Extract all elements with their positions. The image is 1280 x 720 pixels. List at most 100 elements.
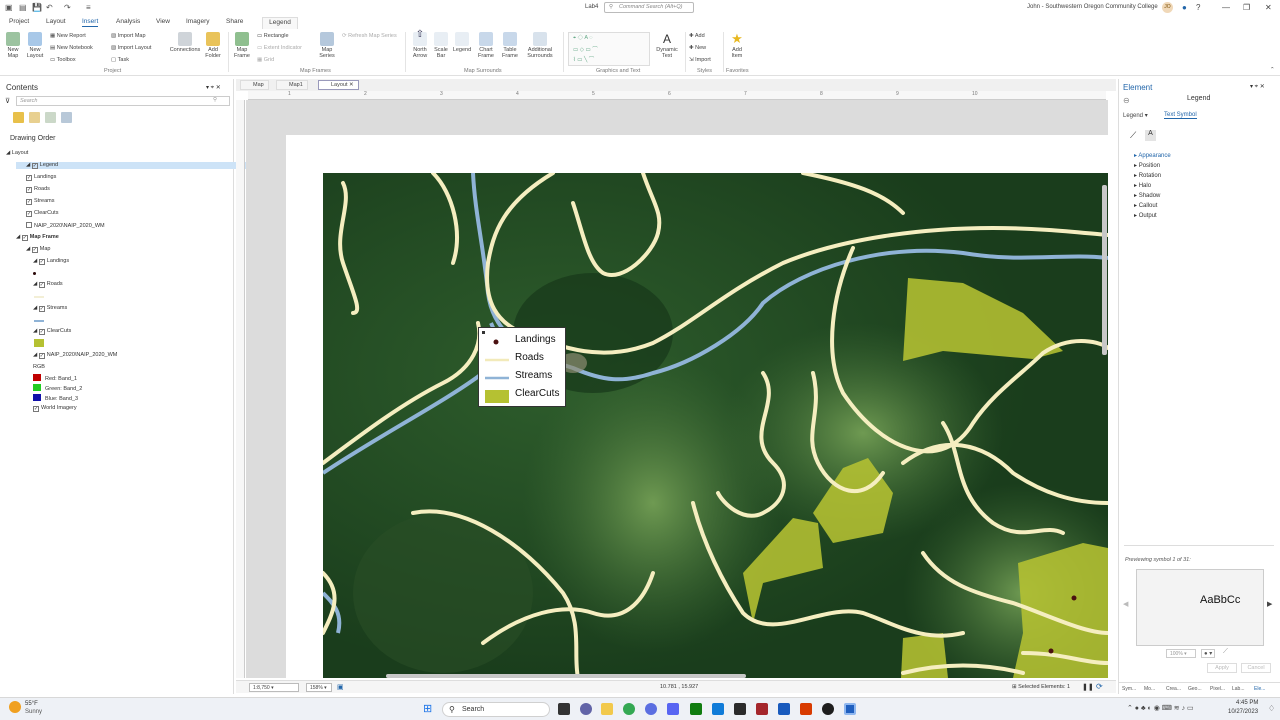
restore-icon[interactable]: ❐ [1243, 3, 1250, 12]
tree-item-rgb[interactable]: RGB [33, 364, 45, 370]
list-by-source-icon[interactable] [29, 112, 40, 123]
tree-item-legend[interactable]: ◢ ✓ Legend [16, 162, 246, 169]
visibility-checkbox[interactable]: ✓ [31, 163, 38, 169]
undo-icon[interactable]: ↶ [46, 3, 53, 12]
save-icon[interactable]: 💾 [32, 3, 42, 12]
tree-item-layer-streams[interactable]: ◢ ✓ Streams [33, 305, 67, 312]
tree-item-legend-naip[interactable]: NAIP_2020\NAIP_2020_WM [26, 222, 105, 229]
visibility-checkbox[interactable]: ✓ [26, 175, 32, 181]
view-tab-layout[interactable]: Layout ✕ [318, 80, 359, 90]
visibility-checkbox[interactable]: ✓ [26, 187, 32, 193]
tab-view[interactable]: View [156, 18, 170, 25]
graphics-gallery[interactable]: ⌖ ◇ A ◌ ▭ ◇ ▭ ⌒ ⌇ ▭ ╲ ⌒ [568, 32, 650, 66]
tree-item-band-red[interactable]: Red: Band_1 [33, 374, 77, 382]
new-layout-button[interactable]: New Layout [24, 32, 46, 59]
section-position[interactable]: ▸ Position [1134, 162, 1160, 169]
connections-button[interactable]: Connections [168, 32, 202, 53]
extent-indicator-button[interactable]: ▭ Extent Indicator [257, 45, 302, 51]
table-frame-button[interactable]: Table Frame [498, 32, 522, 59]
view-tab-map1[interactable]: Map1 [276, 80, 308, 90]
list-by-snapping-icon[interactable] [61, 112, 72, 123]
tree-item-layer-naip[interactable]: ◢ ✓ NAIP_2020\NAIP_2020_WM [33, 352, 117, 359]
section-rotation[interactable]: ▸ Rotation [1134, 172, 1161, 179]
section-callout[interactable]: ▸ Callout [1134, 202, 1157, 209]
preview-zoom-select[interactable]: 100% ▾ [1166, 649, 1196, 658]
refresh-icon[interactable]: ⟳ [1096, 682, 1103, 691]
new-project-icon[interactable]: ▤ [19, 3, 27, 12]
tree-item-legend-roads[interactable]: ✓ Roads [26, 186, 50, 193]
map-frame[interactable]: Landings Roads Streams ClearCuts [323, 173, 1108, 678]
tree-item-legend-streams[interactable]: ✓ Streams [26, 198, 54, 205]
xbox-icon[interactable] [690, 703, 702, 715]
notification-icon[interactable]: ● [1182, 3, 1187, 12]
mail-icon[interactable] [712, 703, 724, 715]
cancel-button[interactable]: Cancel [1241, 663, 1271, 673]
tree-item-layer-roads[interactable]: ◢ ✓ Roads [33, 281, 63, 288]
visibility-checkbox[interactable]: ✓ [38, 282, 45, 288]
chrome-icon[interactable] [623, 703, 635, 715]
section-appearance[interactable]: ▸ Appearance [1134, 152, 1171, 159]
rectangle-button[interactable]: ▭ Rectangle [257, 33, 289, 39]
text-symbol-tab[interactable]: Text Symbol [1164, 112, 1197, 119]
visibility-checkbox[interactable] [26, 222, 32, 228]
tree-item-map-frame[interactable]: ◢ ✓ Map Frame [16, 234, 59, 241]
close-icon[interactable]: ✕ [1265, 3, 1272, 12]
customize-toolbar-icon[interactable]: ≡ [86, 3, 91, 12]
dynamic-text-button[interactable]: A Dynamic Text [654, 32, 680, 59]
north-arrow-button[interactable]: ⇧ North Arrow [409, 30, 431, 60]
pane-tab[interactable]: Ele... [1254, 686, 1265, 692]
additional-surrounds-button[interactable]: Additional Surrounds [523, 32, 557, 59]
windows-start-icon[interactable]: ⊞ [423, 702, 432, 715]
section-shadow[interactable]: ▸ Shadow [1134, 192, 1160, 199]
preview-background-button[interactable]: ● ▾ [1201, 649, 1216, 658]
command-search-input[interactable]: ⚲ Command Search (Alt+Q) [604, 2, 694, 13]
list-by-drawing-order-icon[interactable] [13, 112, 24, 123]
selection-handle[interactable] [482, 331, 485, 334]
teams-icon[interactable] [580, 703, 592, 715]
preview-next-icon[interactable]: ▶ [1267, 600, 1272, 608]
style-import-button[interactable]: ⇲ Import [689, 57, 711, 63]
import-map-button[interactable]: ▧ Import Map [111, 33, 146, 39]
tray-icons[interactable]: ⌃ ● ♣ ◐ ◉ ⌨ ≋ ♪ ▭ [1127, 704, 1194, 712]
pane-tab[interactable]: Mo... [1144, 686, 1155, 692]
map-series-button[interactable]: Map Series [316, 32, 338, 59]
pane-options-icon[interactable]: ▾ ⌖ ✕ [206, 84, 221, 92]
style-new-button[interactable]: ✚ New [689, 45, 706, 51]
list-by-selection-icon[interactable] [45, 112, 56, 123]
tab-legend-contextual[interactable]: Legend [262, 17, 298, 29]
file-explorer-icon[interactable] [601, 703, 613, 715]
contents-search-input[interactable]: Search ⚲ [16, 96, 230, 106]
pane-tab[interactable]: Pixel... [1210, 686, 1225, 692]
tree-item-layer-clearcuts[interactable]: ◢ ✓ ClearCuts [33, 328, 71, 335]
pane-tab[interactable]: Lab... [1232, 686, 1245, 692]
new-report-button[interactable]: ▦ New Report [50, 33, 86, 39]
redo-icon[interactable]: ↷ [64, 3, 71, 12]
tree-item-legend-landings[interactable]: ✓ Landings [26, 174, 56, 181]
obs-icon[interactable] [822, 703, 834, 715]
visibility-checkbox[interactable]: ✓ [26, 199, 32, 205]
notification-bell-icon[interactable]: ♢ [1268, 704, 1275, 713]
minimize-icon[interactable]: — [1222, 3, 1230, 12]
element-pane-options-icon[interactable]: ▾ ⌖ ✕ [1250, 83, 1265, 91]
legend-button[interactable]: Legend [451, 32, 473, 53]
weather-sun-icon[interactable] [9, 701, 21, 713]
word-icon[interactable] [778, 703, 790, 715]
add-folder-button[interactable]: Add Folder [203, 32, 223, 59]
tree-item-band-blue[interactable]: Blue: Band_3 [33, 394, 78, 402]
collapse-ribbon-icon[interactable]: ⌃ [1270, 67, 1275, 73]
tree-item-layout[interactable]: ◢ Layout [6, 150, 28, 156]
tab-share[interactable]: Share [226, 18, 243, 25]
tab-project[interactable]: Project [9, 18, 29, 25]
new-map-button[interactable]: New Map [4, 32, 22, 59]
toolbox-button[interactable]: ▭ Toolbox [50, 57, 76, 63]
help-icon[interactable]: ? [1196, 3, 1200, 12]
arcgis-pro-icon[interactable] [844, 703, 856, 715]
user-name[interactable]: John - Southwestern Oregon Community Col… [1027, 4, 1158, 10]
visibility-checkbox[interactable]: ✓ [26, 211, 32, 217]
tree-item-world-imagery[interactable]: ✓ World Imagery [33, 405, 77, 412]
task-button[interactable]: ▢ Task [111, 57, 129, 63]
apply-button[interactable]: Apply [1207, 663, 1237, 673]
tab-layout[interactable]: Layout [46, 18, 66, 25]
tab-analysis[interactable]: Analysis [116, 18, 140, 25]
legend-element[interactable]: Landings Roads Streams ClearCuts [478, 327, 566, 407]
